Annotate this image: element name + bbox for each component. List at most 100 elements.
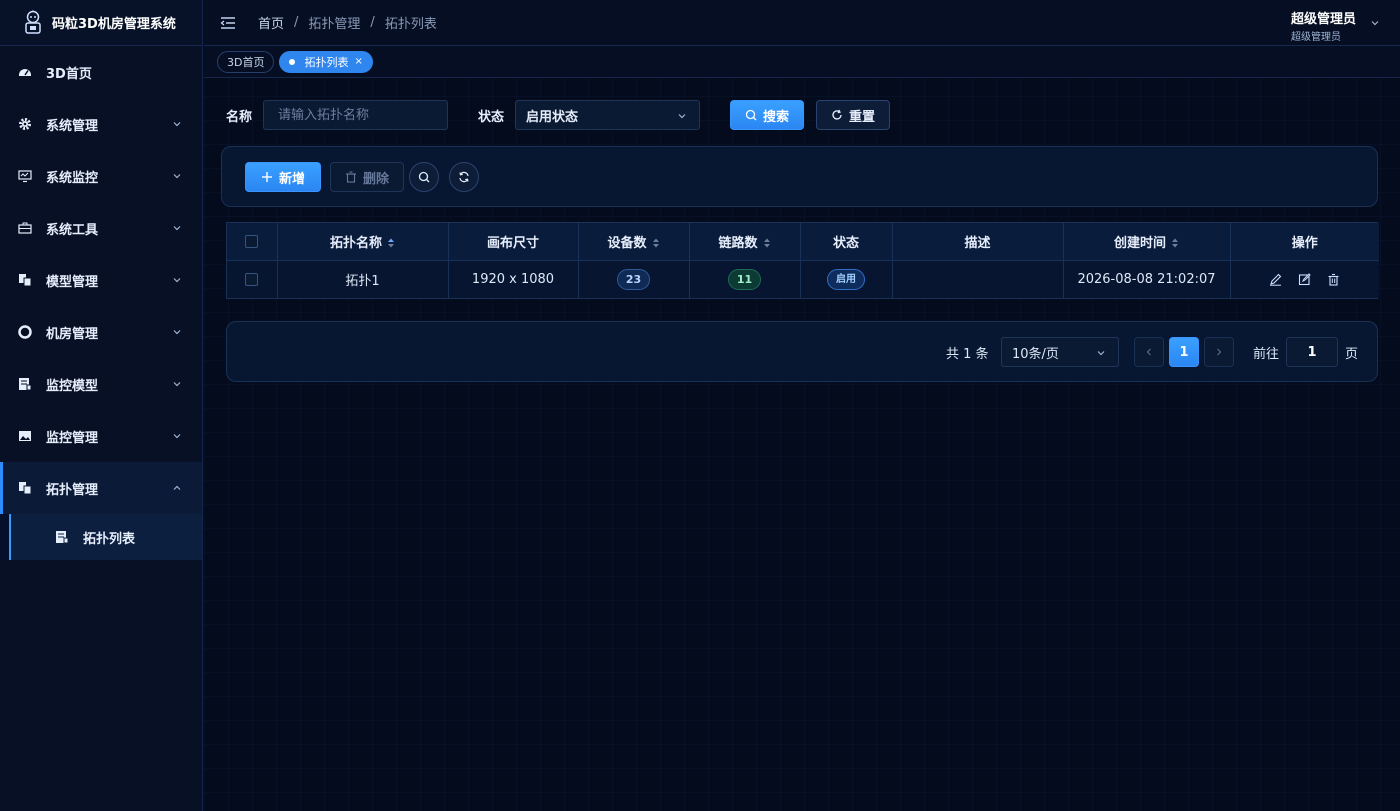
breadcrumb-topology-list: 拓扑列表 <box>384 17 437 32</box>
copy-icon <box>19 482 32 495</box>
reset-button[interactable]: 重置 <box>816 100 891 130</box>
sidebar-item-model-management[interactable]: 模型管理 <box>0 254 202 306</box>
sidebar-item-system-management[interactable]: 系统管理 <box>0 98 202 150</box>
chevron-down-icon[interactable] <box>1370 18 1380 28</box>
sidebar-item-label: 系统工具 <box>46 222 99 238</box>
sidebar-item-system-monitor[interactable]: 系统监控 <box>0 150 202 202</box>
cell-canvas-size: 1920 x 1080 <box>448 260 579 298</box>
monitor-icon <box>18 170 32 183</box>
column-header-canvas-size: 画布尺寸 <box>448 223 579 261</box>
column-header-actions: 操作 <box>1230 223 1379 261</box>
tab-3d-home[interactable]: 3D首页 <box>217 50 275 73</box>
column-header-devices[interactable]: 设备数 <box>578 223 690 261</box>
toggle-search-button[interactable] <box>409 162 439 192</box>
sidebar-item-label: 机房管理 <box>46 326 99 342</box>
delete-button-label: 删除 <box>362 171 389 187</box>
breadcrumb-home[interactable]: 首页 <box>258 13 284 32</box>
toolbar-card: 新增 删除 <box>221 146 1378 207</box>
column-header-name[interactable]: 拓扑名称 <box>277 223 449 261</box>
topology-table: 拓扑名称 画布尺寸 设备数 链路数 状态 描述 创建时间 操作 拓扑1 1920… <box>226 222 1379 299</box>
menu-collapse-icon[interactable] <box>220 16 236 30</box>
chevron-left-icon <box>1146 348 1151 356</box>
column-header-label: 操作 <box>1291 235 1318 251</box>
chevron-down-icon <box>1097 351 1105 356</box>
chevron-up-icon <box>173 485 181 490</box>
pagination-card: 共 1 条 10条/页 1 前往 页 <box>226 321 1378 382</box>
column-header-created-time[interactable]: 创建时间 <box>1063 223 1231 261</box>
name-search-input[interactable] <box>263 100 449 130</box>
row-select-cell <box>227 260 278 298</box>
edit-pen-icon[interactable] <box>1269 273 1282 286</box>
sidebar-item-monitor-management[interactable]: 监控管理 <box>0 410 202 462</box>
add-button-label: 新增 <box>278 171 305 187</box>
image-icon <box>19 431 31 441</box>
chevron-down-icon <box>173 226 181 231</box>
chevron-down-icon <box>173 434 181 439</box>
sidebar-item-room-management[interactable]: 机房管理 <box>0 306 202 358</box>
column-header-links[interactable]: 链路数 <box>689 223 801 261</box>
select-all-cell <box>227 223 278 261</box>
trash-icon[interactable] <box>1327 273 1340 286</box>
page-button-1[interactable]: 1 <box>1169 337 1199 367</box>
sidebar-item-system-tools[interactable]: 系统工具 <box>0 202 202 254</box>
sidebar-item-label: 3D首页 <box>46 66 92 82</box>
cell-name: 拓扑1 <box>277 260 449 298</box>
refresh-button[interactable] <box>449 162 479 192</box>
tab-label: 拓扑列表 <box>304 55 349 69</box>
status-label: 状态 <box>478 109 505 125</box>
edit-design-icon[interactable] <box>1298 273 1311 286</box>
status-select[interactable]: 启用状态 <box>515 100 701 130</box>
page-unit-label: 页 <box>1345 347 1359 362</box>
robot-logo-icon <box>25 10 41 34</box>
sidebar-subitem-topology-list[interactable]: 拓扑列表 <box>9 514 202 560</box>
sort-icon <box>1172 238 1178 248</box>
select-all-checkbox[interactable] <box>245 234 259 248</box>
sidebar-item-3d-home[interactable]: 3D首页 <box>0 46 202 98</box>
cell-links: 11 <box>689 260 801 298</box>
tabs-bar: 3D首页 拓扑列表 × <box>204 46 1400 78</box>
tab-topology-list[interactable]: 拓扑列表 × <box>279 50 373 73</box>
toolbox-icon <box>18 222 32 234</box>
close-icon[interactable]: × <box>354 56 362 67</box>
sidebar: 码粒3D机房管理系统 3D首页 系统管理 系统监控 系统工具 模型管理 机房管理… <box>0 0 203 811</box>
sidebar-item-monitor-model[interactable]: 监控模型 <box>0 358 202 410</box>
search-form: 名称 状态 启用状态 搜索 重置 <box>226 100 891 130</box>
add-button[interactable]: 新增 <box>245 162 321 192</box>
column-header-label: 拓扑名称 <box>329 235 382 251</box>
top-bar: 首页 / 拓扑管理 / 拓扑列表 超级管理员 超级管理员 <box>204 0 1400 46</box>
prev-page-button[interactable] <box>1134 337 1164 367</box>
cell-created-time: 2026-08-08 21:02:07 <box>1063 260 1231 298</box>
row-checkbox[interactable] <box>245 272 259 286</box>
cell-actions <box>1230 260 1379 298</box>
user-menu[interactable]: 超级管理员 超级管理员 <box>1291 8 1356 43</box>
next-page-button[interactable] <box>1204 337 1234 367</box>
app-title: 码粒3D机房管理系统 <box>52 17 176 32</box>
name-label: 名称 <box>226 109 253 125</box>
sort-icon <box>652 238 659 248</box>
column-header-label: 状态 <box>832 235 859 251</box>
sidebar-item-topology-management[interactable]: 拓扑管理 <box>0 462 202 514</box>
column-header-status: 状态 <box>800 223 893 261</box>
links-count-badge: 11 <box>727 268 762 290</box>
breadcrumb-separator: / <box>294 15 299 30</box>
lifebuoy-icon <box>18 325 32 339</box>
table-header-row: 拓扑名称 画布尺寸 设备数 链路数 状态 描述 创建时间 操作 <box>227 223 1379 261</box>
page-size-select[interactable]: 10条/页 <box>1001 337 1119 367</box>
cell-status: 启用 <box>800 260 893 298</box>
breadcrumb: 首页 / 拓扑管理 / 拓扑列表 <box>258 13 437 32</box>
app-logo-bar: 码粒3D机房管理系统 <box>0 0 202 46</box>
pagination-total: 共 1 条 <box>946 347 989 362</box>
sort-icon <box>388 238 394 248</box>
sidebar-item-label: 监控管理 <box>46 430 99 446</box>
chevron-down-icon <box>173 382 181 387</box>
page-size-value: 10条/页 <box>1012 346 1059 362</box>
delete-button[interactable]: 删除 <box>330 162 404 192</box>
goto-label: 前往 <box>1253 347 1280 362</box>
refresh-icon <box>832 109 842 120</box>
search-button[interactable]: 搜索 <box>730 100 805 130</box>
devices-count-badge: 23 <box>616 268 651 290</box>
sidebar-item-label: 系统管理 <box>46 118 99 134</box>
topology-submenu: 拓扑列表 <box>0 514 202 560</box>
user-role: 超级管理员 <box>1290 32 1341 43</box>
goto-page-input[interactable] <box>1286 337 1338 367</box>
